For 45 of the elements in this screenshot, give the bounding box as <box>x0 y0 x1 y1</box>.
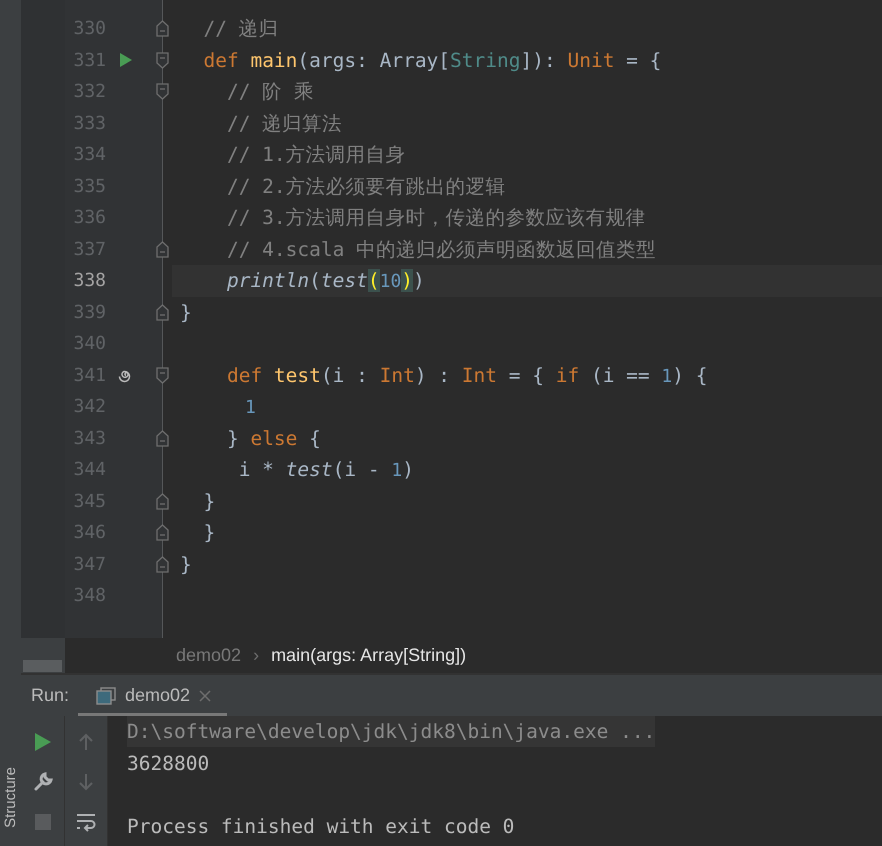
code-line: } <box>202 490 216 513</box>
run-label: Run: <box>30 685 70 706</box>
wrap-icon <box>76 812 96 832</box>
fold-icon[interactable] <box>156 556 169 573</box>
console-line: Process finished with exit code 0 <box>127 814 514 838</box>
structure-tab[interactable]: Structure <box>2 767 19 828</box>
breadcrumb-separator: › <box>253 645 260 666</box>
code-line: // 2.方法必须要有跳出的逻辑 <box>226 174 506 200</box>
code-line: // 阶 乘 <box>226 79 314 106</box>
close-icon[interactable] <box>199 690 212 702</box>
fold-icon[interactable] <box>156 524 169 542</box>
code-line: } <box>202 521 216 544</box>
code-line: i * test(i - 1) <box>238 458 414 482</box>
console-line: 3628800 <box>127 752 210 775</box>
fold-icon[interactable] <box>156 20 169 38</box>
code-line: 1 <box>244 396 256 418</box>
fold-icon[interactable] <box>156 430 169 447</box>
code-line: println(test(10)) <box>226 269 425 292</box>
window-icon <box>96 686 116 704</box>
code-line: // 3.方法调用自身时，传递的参数应该有规律 <box>226 205 646 232</box>
breadcrumb-item[interactable]: main(args: Array[String]) <box>271 645 466 666</box>
code-line: // 递归算法 <box>226 110 342 137</box>
breadcrumb-item[interactable]: demo02 <box>176 645 242 666</box>
fold-icon[interactable] <box>156 83 169 100</box>
fold-icon[interactable] <box>156 240 169 258</box>
fold-icon[interactable] <box>156 366 169 384</box>
wrench-icon <box>32 772 52 792</box>
code-line: // 4.scala 中的递归必须声明函数返回值类型 <box>226 236 656 263</box>
fold-icon[interactable] <box>156 492 169 510</box>
fold-icon[interactable] <box>156 304 169 321</box>
line-number: 338 <box>72 270 106 292</box>
code-line: // 1.方法调用自身 <box>226 142 406 168</box>
stop-icon <box>34 814 50 830</box>
code-line: } <box>179 552 192 576</box>
code-line: // 递归 <box>202 16 279 42</box>
code-line: def test(i : Int) : Int = { if (i == 1) { <box>226 364 708 387</box>
code-line: def main(args: Array[String]): Unit = { <box>202 48 662 72</box>
code-line: } <box>179 300 192 324</box>
up-arrow-icon <box>78 733 94 751</box>
fold-icon[interactable] <box>156 52 169 69</box>
down-arrow-icon <box>78 773 94 791</box>
scrollbar-thumb[interactable] <box>23 660 62 672</box>
play-icon[interactable] <box>120 53 132 68</box>
code-line: } else { <box>226 426 321 450</box>
play-icon <box>34 733 50 751</box>
